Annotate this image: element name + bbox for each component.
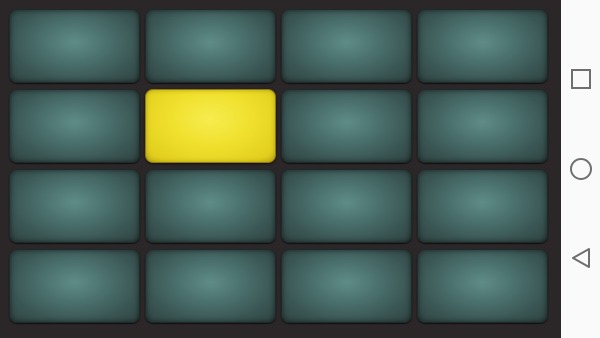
app-screen [0, 0, 600, 338]
pad-grid [9, 9, 549, 327]
pad-button[interactable] [145, 9, 276, 83]
recents-button[interactable] [561, 59, 600, 99]
pad-button-active[interactable] [145, 89, 276, 163]
circle-icon [569, 158, 592, 180]
back-button[interactable] [561, 238, 600, 278]
pad-button[interactable] [9, 249, 140, 323]
navigation-bar [561, 0, 600, 338]
pad-button[interactable] [145, 169, 276, 243]
pad-button[interactable] [281, 249, 412, 323]
pad-button[interactable] [9, 9, 140, 83]
pad-button[interactable] [281, 9, 412, 83]
pad-button[interactable] [417, 89, 548, 163]
pad-button[interactable] [9, 89, 140, 163]
pad-button[interactable] [417, 169, 548, 243]
pad-button[interactable] [417, 9, 548, 83]
pad-button[interactable] [281, 169, 412, 243]
pad-button[interactable] [145, 249, 276, 323]
home-button[interactable] [561, 149, 600, 189]
pad-button[interactable] [281, 89, 412, 163]
triangle-back-icon [571, 248, 590, 268]
square-icon [570, 69, 591, 89]
pad-button[interactable] [9, 169, 140, 243]
pad-area [0, 0, 561, 338]
pad-button[interactable] [417, 249, 548, 323]
